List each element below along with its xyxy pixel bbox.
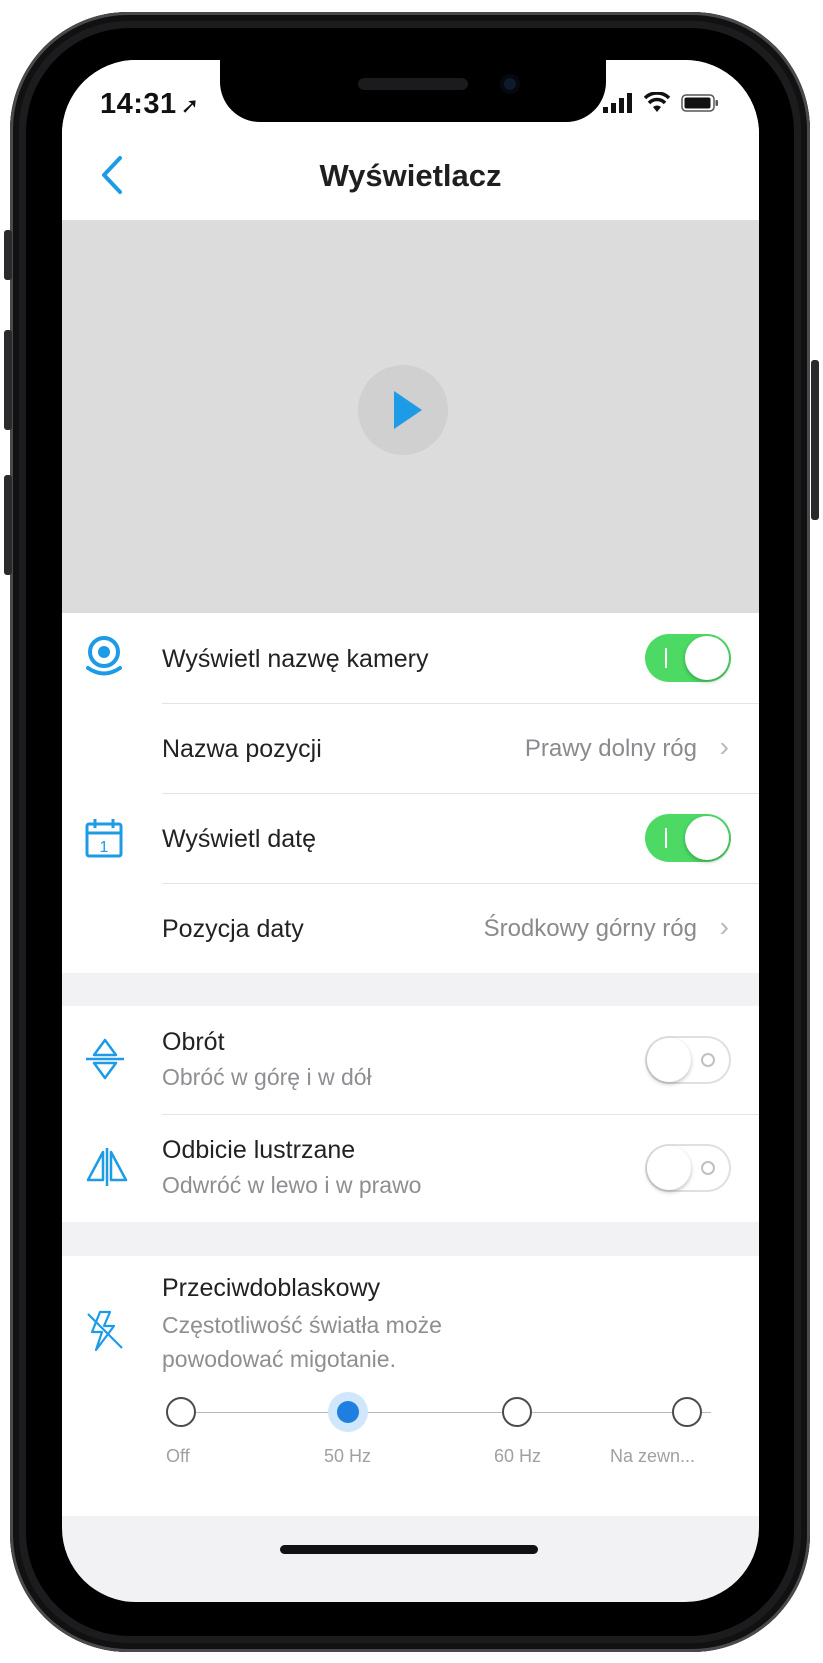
- orientation-section: Obrót Obróć w górę i w dół Odbicie lustr…: [62, 1006, 759, 1222]
- camera-name-toggle[interactable]: [645, 634, 731, 682]
- volume-up-button: [4, 330, 12, 430]
- antiflicker-subtitle-line2: powodować migotanie.: [162, 1346, 396, 1372]
- frequency-label-50hz: 50 Hz: [324, 1446, 372, 1466]
- status-icons: [603, 92, 719, 114]
- flip-horizontal-icon: [86, 1148, 128, 1186]
- mirror-subtitle: Odwróć w lewo i w prawo: [162, 1172, 422, 1198]
- name-position-row[interactable]: Nazwa pozycji Prawy dolny róg ›: [62, 703, 759, 793]
- frequency-label-off: Off: [166, 1446, 190, 1466]
- camera-name-row: Wyświetl nazwę kamery: [62, 613, 759, 703]
- rotate-label: Obrót: [162, 1028, 225, 1056]
- frequency-option-off[interactable]: [166, 1397, 196, 1427]
- antiflicker-section: Przeciwdoblaskowy Częstotliwość światła …: [62, 1256, 759, 1516]
- date-position-value: Środkowy górny róg: [483, 915, 697, 942]
- play-icon: [394, 391, 422, 429]
- page-title: Wyświetlacz: [319, 158, 502, 193]
- name-position-label: Nazwa pozycji: [162, 735, 322, 763]
- play-button[interactable]: [358, 365, 448, 455]
- front-camera: [500, 74, 520, 94]
- date-label: Wyświetl datę: [162, 825, 316, 853]
- chevron-right-icon: ›: [719, 731, 729, 762]
- silent-switch: [4, 230, 12, 280]
- frequency-option-outdoor[interactable]: [672, 1397, 702, 1427]
- antiflicker-label: Przeciwdoblaskowy: [162, 1274, 381, 1302]
- status-time: 14:31 ➚: [100, 88, 200, 120]
- video-preview: [62, 220, 759, 613]
- signal-icon: [603, 93, 632, 113]
- frequency-track: [180, 1412, 711, 1413]
- chevron-right-icon: ›: [719, 911, 729, 942]
- name-position-value: Prawy dolny róg: [524, 735, 697, 762]
- calendar-icon: 1: [85, 819, 123, 858]
- mirror-label: Odbicie lustrzane: [162, 1136, 356, 1164]
- camera-icon: [86, 636, 122, 676]
- antiflicker-subtitle-line1: Częstotliwość światła może: [162, 1312, 442, 1338]
- rotate-subtitle: Obróć w górę i w dół: [162, 1064, 372, 1090]
- frequency-label-outdoor: Na zewn...: [610, 1446, 696, 1466]
- frequency-option-60hz[interactable]: [502, 1397, 532, 1427]
- wifi-icon: [643, 92, 671, 112]
- home-indicator[interactable]: [280, 1545, 538, 1554]
- mirror-toggle[interactable]: [645, 1144, 731, 1192]
- flicker-icon: [87, 1310, 123, 1352]
- phone-screen: 14:31 ➚ Wyświetlacz Wyświetl nazwę kamer…: [62, 60, 759, 1602]
- camera-name-label: Wyświetl nazwę kamery: [162, 645, 429, 673]
- volume-down-button: [4, 475, 12, 575]
- display-settings-section: Wyświetl nazwę kamery Nazwa pozycji Praw…: [62, 613, 759, 973]
- location-arrow-icon: ➚: [180, 93, 200, 118]
- rotate-row: Obrót Obróć w górę i w dół: [62, 1006, 759, 1114]
- date-toggle[interactable]: [645, 814, 731, 862]
- navigation-bar: Wyświetlacz: [62, 132, 759, 220]
- date-position-row[interactable]: Pozycja daty Środkowy górny róg ›: [62, 883, 759, 973]
- svg-text:1: 1: [100, 839, 109, 856]
- frequency-label-60hz: 60 Hz: [494, 1446, 542, 1466]
- frequency-option-50hz[interactable]: [328, 1392, 368, 1432]
- date-position-label: Pozycja daty: [162, 915, 304, 943]
- mirror-row: Odbicie lustrzane Odwróć w lewo i w praw…: [62, 1114, 759, 1222]
- date-row: 1 Wyświetl datę: [62, 793, 759, 883]
- speaker: [358, 78, 468, 90]
- rotate-toggle[interactable]: [645, 1036, 731, 1084]
- notch: [220, 60, 606, 122]
- power-button: [811, 360, 819, 520]
- battery-icon: [681, 94, 718, 112]
- flip-vertical-icon: [86, 1038, 124, 1080]
